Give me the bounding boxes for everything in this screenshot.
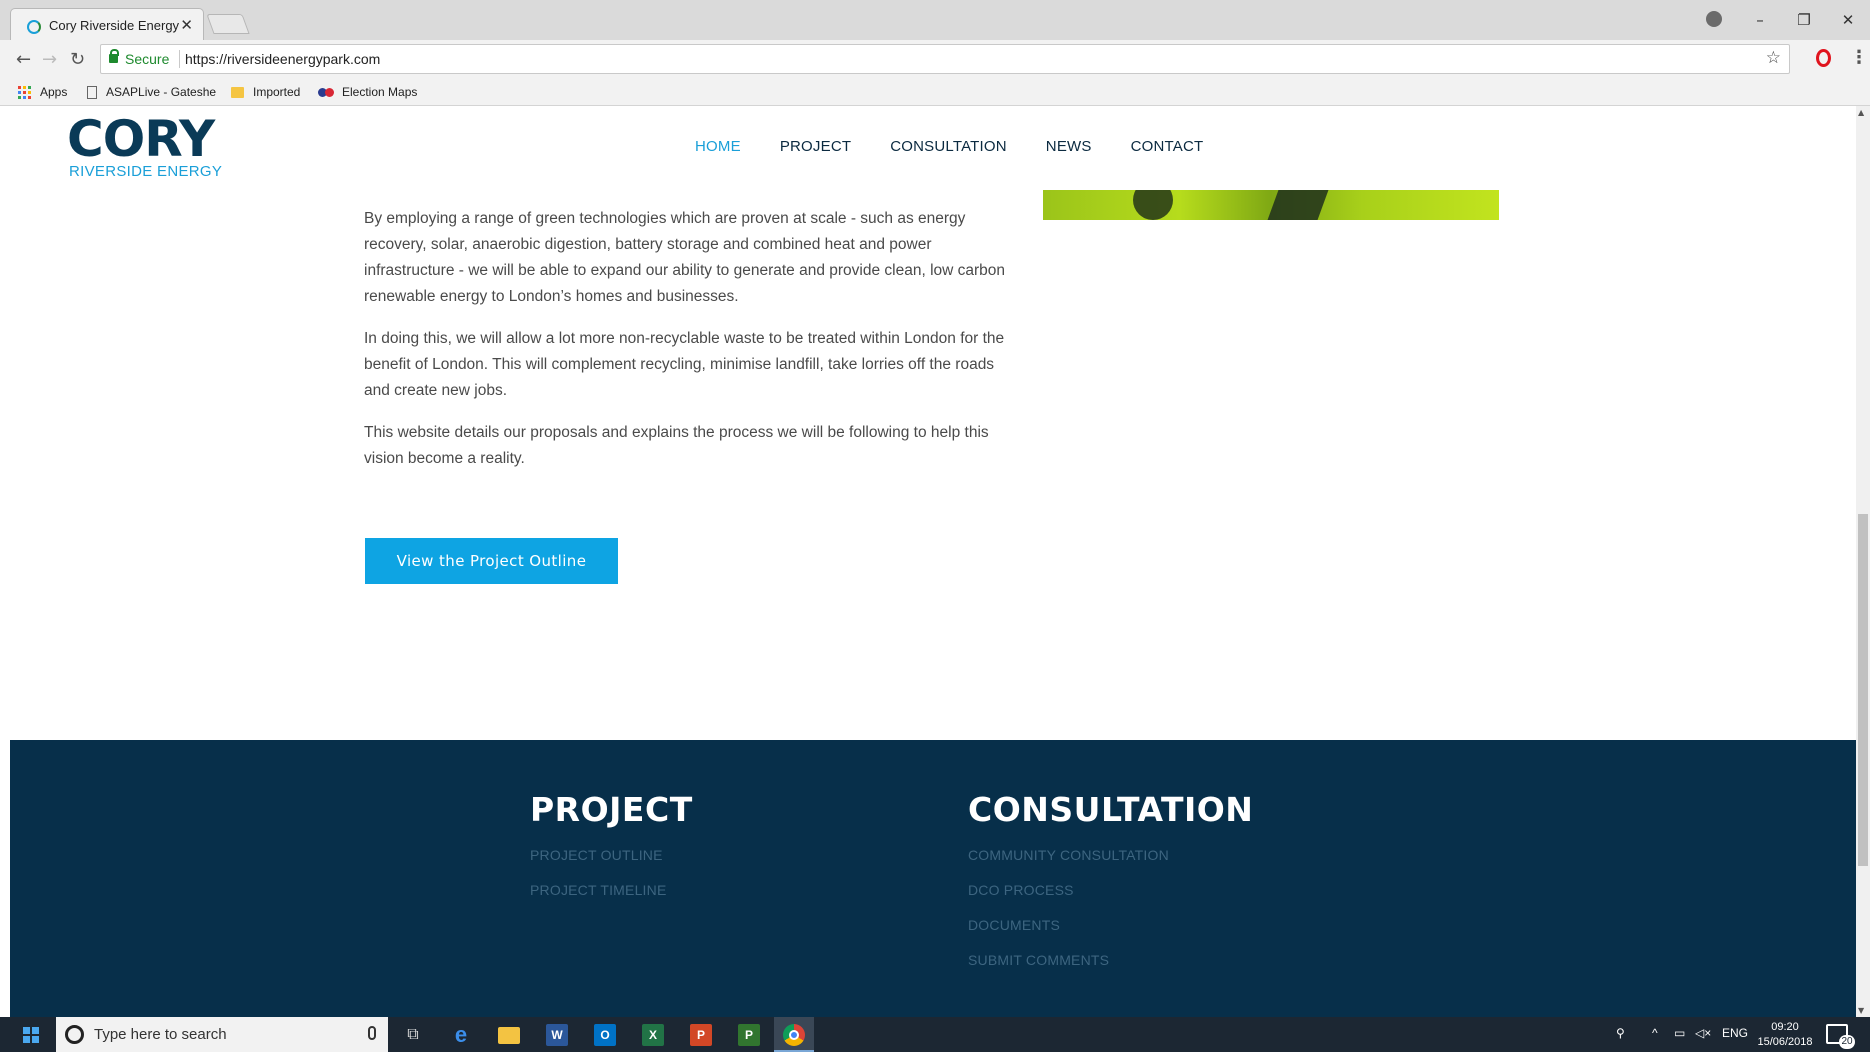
minimize-button[interactable]: – [1738,11,1782,29]
hero-image [1043,190,1499,220]
scrollbar-thumb[interactable] [1858,514,1868,866]
restore-button[interactable]: ❐ [1782,11,1826,29]
scroll-down-arrow-icon[interactable]: ▼ [1858,1006,1864,1015]
view-project-outline-button[interactable]: View the Project Outline [365,538,618,584]
browser-tab[interactable]: Cory Riverside Energy Pa ✕ [10,8,204,42]
footer-consultation-heading: CONSULTATION [968,790,1254,829]
outlook-icon[interactable]: O [594,1024,616,1046]
bookmark-star-icon[interactable]: ☆ [1766,48,1781,68]
url-separator [179,50,180,68]
close-tab-icon[interactable]: ✕ [180,16,193,34]
profile-icon[interactable] [1706,11,1722,27]
intro-paragraph: This website details our proposals and e… [364,424,989,467]
window-controls: – ❐ ✕ [1738,0,1870,40]
nav-project[interactable]: PROJECT [780,138,851,155]
taskbar-search-box[interactable]: Type here to search [56,1017,388,1052]
bookmark-imported[interactable]: Imported [231,85,300,99]
microphone-icon[interactable] [368,1026,376,1040]
nav-consultation[interactable]: CONSULTATION [890,138,1007,155]
election-maps-icon [318,87,334,97]
site-footer: PROJECT PROJECT OUTLINE PROJECT TIMELINE… [10,740,1856,1017]
bookmark-label: Imported [253,85,301,99]
cory-logo[interactable]: CORY RIVERSIDE ENERGY [67,111,222,180]
site-header: CORY RIVERSIDE ENERGY HOME PROJECT CONSU… [10,106,1856,190]
network-icon[interactable]: ▭ [1674,1026,1685,1040]
intro-paragraph: In doing this, we will allow a lot more … [364,330,1005,399]
footer-link-project-outline[interactable]: PROJECT OUTLINE [530,847,693,863]
footer-project-column: PROJECT PROJECT OUTLINE PROJECT TIMELINE [530,790,693,917]
opera-extension-icon[interactable] [1816,49,1831,67]
logo-subtitle: RIVERSIDE ENERGY [69,163,223,180]
forward-arrow-icon[interactable]: → [42,49,57,70]
footer-link-documents[interactable]: DOCUMENTS [968,917,1253,933]
footer-consultation-column: CONSULTATION COMMUNITY CONSULTATION DCO … [968,790,1253,987]
bookmark-asaplive[interactable]: ASAPLive - Gateshe [87,85,216,99]
chrome-icon-center [789,1030,799,1040]
folder-icon [231,86,244,98]
secure-label: Secure [125,51,170,67]
word-icon[interactable]: W [546,1024,568,1046]
bookmark-apps[interactable]: Apps [18,85,67,99]
page-viewport: CORY RIVERSIDE ENERGY HOME PROJECT CONSU… [10,106,1856,1017]
taskbar-search-placeholder: Type here to search [94,1026,227,1043]
intro-content: By employing a range of green technologi… [364,206,1024,488]
apps-grid-icon [18,85,31,99]
intro-paragraph: By employing a range of green technologi… [364,210,1006,305]
scroll-up-arrow-icon[interactable]: ▲ [1858,108,1864,117]
bookmark-label: Election Maps [342,85,418,99]
site-favicon-icon [27,20,41,34]
new-tab-button[interactable] [206,14,250,34]
url-text[interactable]: https://riversideenergypark.com [185,51,380,67]
footer-link-project-timeline[interactable]: PROJECT TIMELINE [530,882,693,898]
windows-taskbar: Type here to search ⧉ e W O X P P ⚲ ^ ▭ … [0,1017,1870,1052]
powerpoint-icon[interactable]: P [690,1024,712,1046]
nav-news[interactable]: NEWS [1046,138,1092,155]
page-scrollbar[interactable]: ▲ ▼ [1856,106,1870,1017]
volume-muted-icon[interactable]: ◁× [1695,1026,1711,1040]
ms-project-icon[interactable]: P [738,1024,760,1046]
taskbar-clock[interactable]: 09:20 15/06/2018 [1750,1020,1820,1050]
footer-link-submit-comments[interactable]: SUBMIT COMMENTS [968,952,1253,968]
main-nav: HOME PROJECT CONSULTATION NEWS CONTACT [695,138,1242,155]
bookmark-label: ASAPLive - Gateshe [106,85,217,99]
close-window-button[interactable]: ✕ [1826,11,1870,29]
clock-date: 15/06/2018 [1757,1036,1813,1048]
clock-time: 09:20 [1771,1021,1799,1033]
bookmarks-bar: Apps ASAPLive - Gateshe Imported Electio… [0,79,1870,106]
nav-contact[interactable]: CONTACT [1131,138,1204,155]
people-icon[interactable]: ⚲ [1616,1026,1625,1040]
chrome-taskbar-button[interactable] [774,1017,814,1052]
notification-count-badge: 20 [1839,1035,1855,1049]
language-indicator[interactable]: ENG [1722,1026,1748,1040]
tab-title: Cory Riverside Energy Pa [49,18,179,33]
bookmark-label: Apps [40,85,68,99]
address-bar[interactable]: Secure https://riversideenergypark.com ☆ [100,44,1790,74]
edge-icon[interactable]: e [450,1022,472,1047]
reload-icon[interactable]: ↻ [70,49,85,70]
file-explorer-icon[interactable] [498,1027,520,1044]
browser-toolbar: ← → ↻ Secure https://riversideenergypark… [0,40,1870,79]
browser-titlebar: Cory Riverside Energy Pa ✕ – ❐ ✕ [0,0,1870,42]
browser-menu-icon[interactable]: ⋮ [1850,47,1868,68]
tray-chevron-icon[interactable]: ^ [1652,1026,1658,1040]
footer-link-community-consultation[interactable]: COMMUNITY CONSULTATION [968,847,1253,863]
bookmark-election-maps[interactable]: Election Maps [318,85,417,99]
windows-start-icon[interactable] [23,1027,39,1043]
footer-link-dco-process[interactable]: DCO PROCESS [968,882,1253,898]
back-arrow-icon[interactable]: ← [16,49,31,70]
lock-icon [109,49,119,63]
cortana-icon [65,1025,84,1044]
excel-icon[interactable]: X [642,1024,664,1046]
footer-project-heading: PROJECT [530,790,693,829]
page-icon [87,85,97,99]
task-view-icon[interactable]: ⧉ [402,1024,424,1046]
logo-wordmark: CORY [67,110,215,168]
nav-home[interactable]: HOME [695,138,741,155]
